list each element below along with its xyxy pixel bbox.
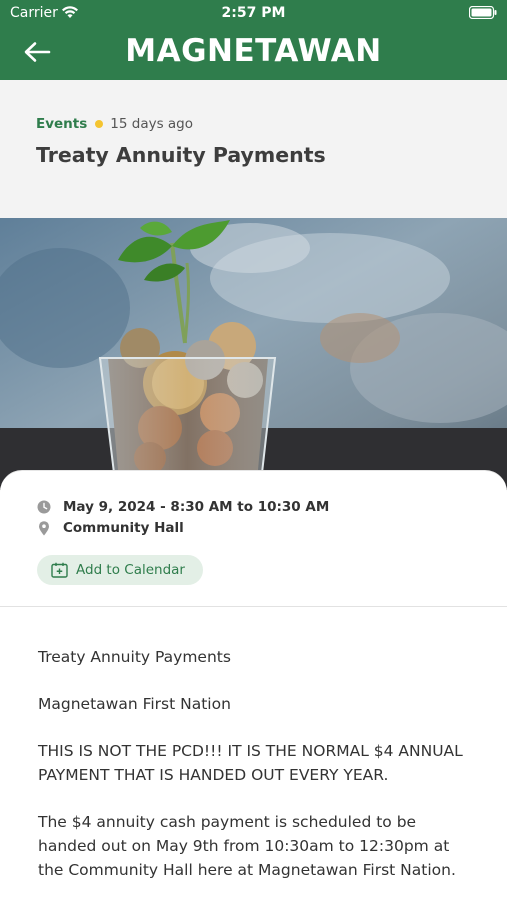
location-pin-icon — [39, 520, 49, 535]
separator-dot — [95, 120, 104, 128]
event-description: Treaty Annuity Payments Magnetawan First… — [38, 645, 478, 900]
calendar-plus-icon — [51, 562, 68, 578]
category-label[interactable]: Events — [36, 116, 87, 132]
posted-time: 15 days ago — [110, 116, 194, 132]
status-bar: Carrier 2:57 PM — [0, 0, 507, 28]
event-datetime: May 9, 2024 - 8:30 AM to 10:30 AM — [63, 499, 330, 515]
divider — [0, 606, 507, 607]
post-title-section: Events 15 days ago Treaty Annuity Paymen… — [0, 80, 507, 218]
description-paragraph: THIS IS NOT THE PCD!!! IT IS THE NORMAL … — [38, 742, 463, 784]
event-datetime-row: May 9, 2024 - 8:30 AM to 10:30 AM — [37, 499, 329, 515]
description-paragraph: The $4 annuity cash payment is scheduled… — [38, 813, 456, 879]
page-title: Treaty Annuity Payments — [36, 143, 326, 167]
post-meta: Events 15 days ago — [36, 116, 193, 132]
event-details-card: May 9, 2024 - 8:30 AM to 10:30 AM Commun… — [0, 470, 507, 900]
clock-icon — [37, 500, 51, 514]
app-header: Carrier 2:57 PM MAGNETAWAN — [0, 0, 507, 80]
brand-title: MAGNETAWAN — [125, 33, 382, 69]
hero-image — [0, 218, 507, 490]
add-to-calendar-button[interactable]: Add to Calendar — [37, 555, 203, 585]
event-location: Community Hall — [63, 520, 184, 536]
description-paragraph: Magnetawan First Nation — [38, 695, 231, 713]
add-to-calendar-label: Add to Calendar — [76, 562, 185, 578]
event-location-row: Community Hall — [37, 520, 184, 536]
battery-icon — [469, 6, 497, 19]
description-paragraph: Treaty Annuity Payments — [38, 648, 231, 666]
status-time: 2:57 PM — [221, 5, 286, 21]
